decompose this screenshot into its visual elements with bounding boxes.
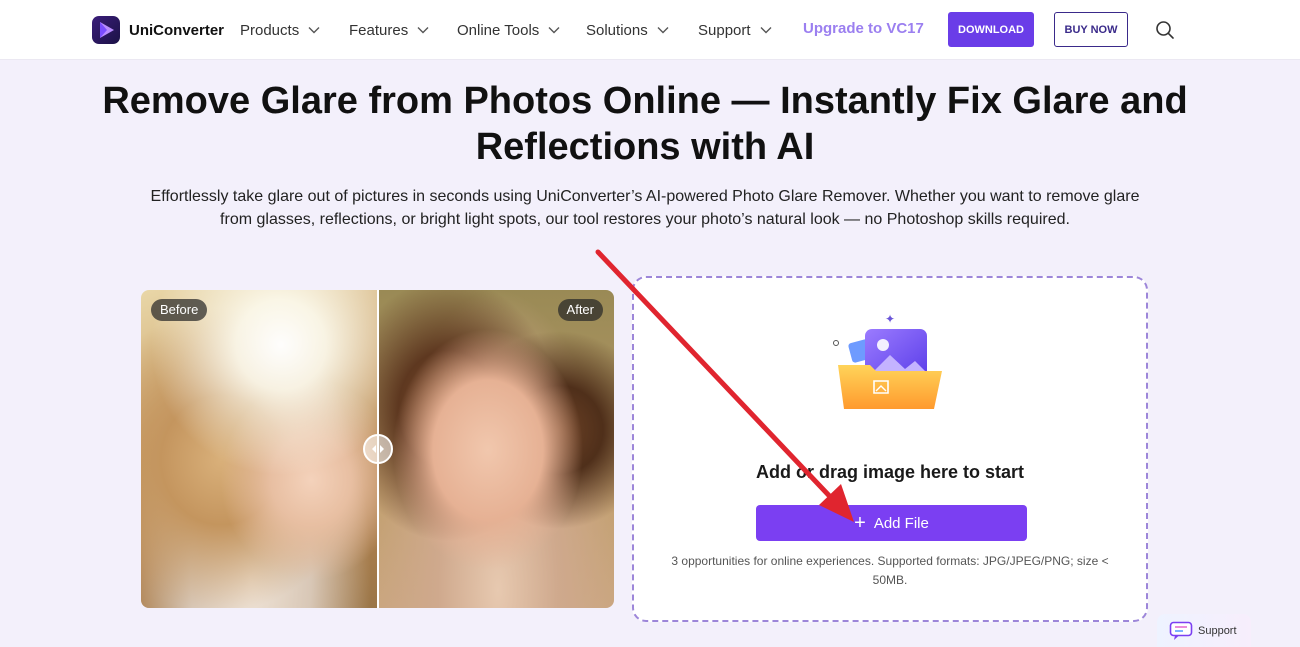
page-subtitle: Effortlessly take glare out of pictures … (130, 185, 1160, 231)
top-navigation: UniConverter Products Features Online To… (0, 0, 1300, 60)
upload-dropzone[interactable]: ✦ Add or drag image here to start + Add … (632, 276, 1148, 622)
brand-name: UniConverter (129, 21, 225, 39)
nav-features-label: Features (349, 21, 409, 39)
chevron-down-icon (760, 27, 772, 34)
uniconverter-logo-icon (92, 16, 120, 44)
nav-products-label: Products (240, 21, 300, 39)
nav-products[interactable]: Products (240, 20, 320, 40)
buy-now-button[interactable]: BUY NOW (1054, 12, 1128, 47)
upload-note-line1: 3 opportunities for online experiences. … (671, 554, 1109, 568)
comparison-slider-handle[interactable] (363, 434, 393, 464)
nav-solutions-label: Solutions (586, 21, 648, 39)
nav-online-tools-label: Online Tools (457, 21, 540, 39)
chevron-down-icon (417, 27, 429, 34)
chevron-down-icon (548, 27, 560, 34)
add-file-button[interactable]: + Add File (756, 505, 1027, 541)
upload-prompt: Add or drag image here to start (755, 462, 1025, 482)
after-badge: After (557, 299, 603, 321)
before-badge: Before (151, 299, 208, 321)
add-file-label: Add File (873, 514, 929, 532)
nav-features[interactable]: Features (349, 20, 429, 40)
chat-support-icon (1169, 621, 1193, 640)
support-widget[interactable]: Support (1157, 614, 1251, 647)
page-title: Remove Glare from Photos Online — Instan… (100, 78, 1190, 170)
folder-image-icon: ✦ (833, 312, 942, 409)
nav-online-tools[interactable]: Online Tools (457, 20, 560, 40)
search-icon[interactable] (1155, 20, 1175, 40)
brand-logo[interactable]: UniConverter (92, 15, 224, 45)
svg-text:✦: ✦ (885, 312, 895, 326)
page-title-line2: Reflections with AI (475, 126, 815, 168)
page-subtitle-line1: Effortlessly take glare out of pictures … (150, 188, 1140, 205)
nav-support[interactable]: Support (698, 20, 772, 40)
after-photo (378, 290, 614, 608)
chevron-down-icon (657, 27, 669, 34)
before-after-comparison: Before After (141, 290, 614, 608)
support-label: Support (1198, 624, 1237, 637)
upload-note-line2: 50MB. (872, 573, 908, 587)
page-title-line1: Remove Glare from Photos Online — Instan… (102, 80, 1188, 122)
nav-solutions[interactable]: Solutions (586, 20, 669, 40)
drag-arrows-icon (372, 445, 384, 453)
nav-support-label: Support (698, 21, 751, 39)
before-photo (141, 290, 378, 608)
chevron-down-icon (308, 27, 320, 34)
plus-icon: + (854, 512, 866, 534)
upgrade-link[interactable]: Upgrade to VC17 (803, 20, 924, 37)
upload-requirements-note: 3 opportunities for online experiences. … (659, 552, 1121, 590)
download-button[interactable]: DOWNLOAD (948, 12, 1034, 47)
page-subtitle-line2: from glasses, reflections, or bright lig… (220, 211, 1070, 228)
